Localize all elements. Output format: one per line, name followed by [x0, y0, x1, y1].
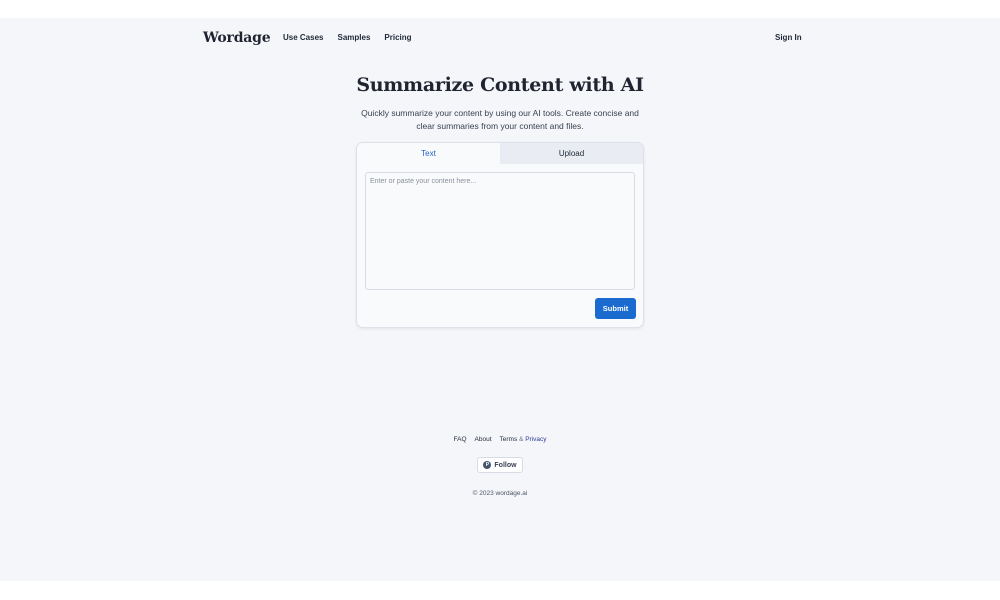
- footer-faq-link[interactable]: FAQ: [454, 436, 467, 443]
- content-input[interactable]: [365, 172, 635, 290]
- logo[interactable]: Wordage: [203, 30, 271, 46]
- main-nav: Use Cases Samples Pricing: [283, 33, 412, 42]
- input-tabs: Text Upload: [357, 143, 643, 164]
- footer-links: FAQ About Terms & Privacy: [0, 436, 1000, 443]
- copyright: © 2023 wordage.ai: [472, 490, 528, 497]
- page-subtitle: Quickly summarize your content by using …: [361, 108, 639, 131]
- summarizer-card: Text Upload Submit: [356, 142, 644, 328]
- footer-terms-link[interactable]: Terms: [500, 436, 518, 443]
- footer-about-link[interactable]: About: [475, 436, 492, 443]
- nav-use-cases[interactable]: Use Cases: [283, 33, 323, 42]
- footer-legal: Terms & Privacy: [500, 436, 547, 443]
- header: Wordage Use Cases Samples Pricing Sign I…: [0, 18, 1000, 58]
- page-title: Summarize Content with AI: [356, 74, 644, 96]
- follow-button[interactable]: P Follow: [477, 457, 523, 473]
- nav-pricing[interactable]: Pricing: [384, 33, 411, 42]
- product-hunt-icon: P: [483, 461, 492, 469]
- footer-privacy-link[interactable]: Privacy: [525, 436, 546, 443]
- page: Wordage Use Cases Samples Pricing Sign I…: [0, 18, 1000, 581]
- footer-ampersand: &: [519, 436, 524, 443]
- tab-upload[interactable]: Upload: [500, 143, 643, 164]
- tab-text[interactable]: Text: [357, 143, 500, 164]
- nav-samples[interactable]: Samples: [337, 33, 370, 42]
- follow-label: Follow: [494, 461, 517, 469]
- sign-in-link[interactable]: Sign In: [775, 33, 802, 42]
- submit-button[interactable]: Submit: [595, 298, 636, 319]
